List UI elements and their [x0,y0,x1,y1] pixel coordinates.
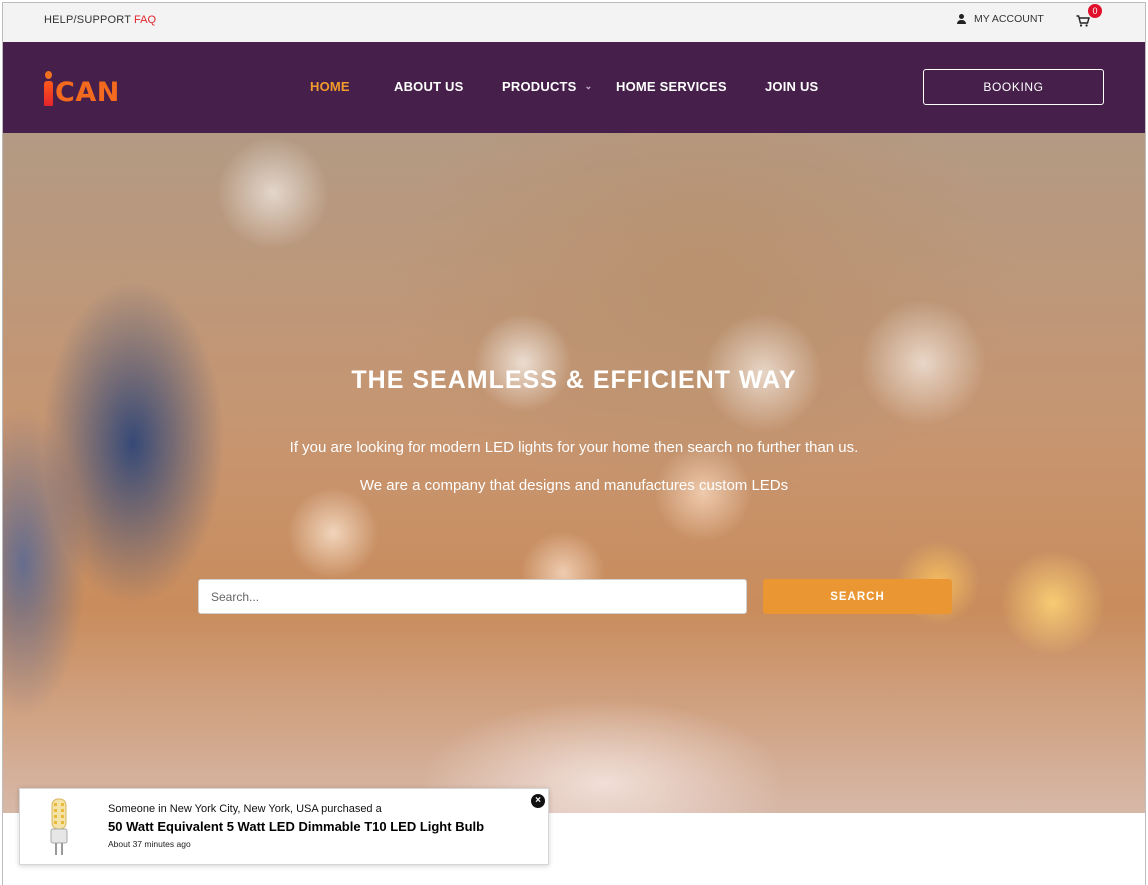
hero-title: THE SEAMLESS & EFFICIENT WAY [351,366,797,394]
recent-purchase-popup[interactable]: Someone in New York City, New York, USA … [19,788,549,865]
search-button[interactable]: SEARCH [763,579,952,614]
utility-bar: HELP/SUPPORT FAQ MY ACCOUNT 0 [3,3,1145,42]
hero-subtitle-1: If you are looking for modern LED lights… [289,439,859,456]
purchase-time: About 37 minutes ago [108,839,191,849]
my-account-label: MY ACCOUNT [974,13,1044,25]
product-thumbnail [34,795,84,859]
logo-i-mark [44,71,53,106]
page: HELP/SUPPORT FAQ MY ACCOUNT 0 CAN HOME A… [2,2,1146,885]
search-input[interactable] [198,579,747,614]
purchased-product-link[interactable]: 50 Watt Equivalent 5 Watt LED Dimmable T… [108,819,484,834]
help-support-link[interactable]: HELP/SUPPORT [44,14,131,26]
hero-subtitle-2: We are a company that designs and manufa… [359,477,789,494]
cart-count-badge: 0 [1088,4,1102,18]
faq-link[interactable]: FAQ [134,14,156,26]
user-icon [956,13,967,25]
nav-item-home-services[interactable]: HOME SERVICES [616,79,727,94]
close-icon[interactable]: × [531,794,545,808]
main-nav: CAN HOME ABOUT US PRODUCTS ⌄ HOME SERVICE… [3,42,1145,133]
nav-item-products-label: PRODUCTS [502,79,577,94]
purchase-notice-text: Someone in New York City, New York, USA … [108,803,382,815]
booking-button[interactable]: BOOKING [923,69,1104,105]
nav-item-home[interactable]: HOME [310,79,350,94]
chevron-down-icon: ⌄ [584,81,593,91]
nav-item-about-us[interactable]: ABOUT US [394,79,464,94]
cart-icon[interactable] [1076,15,1090,27]
nav-item-join-us[interactable]: JOIN US [765,79,818,94]
ican-logo[interactable]: CAN [44,70,120,106]
logo-text: CAN [55,77,120,108]
hero-banner: THE SEAMLESS & EFFICIENT WAY If you are … [3,133,1145,813]
my-account-link[interactable]: MY ACCOUNT [956,13,1044,25]
nav-item-products[interactable]: PRODUCTS ⌄ [502,79,592,94]
